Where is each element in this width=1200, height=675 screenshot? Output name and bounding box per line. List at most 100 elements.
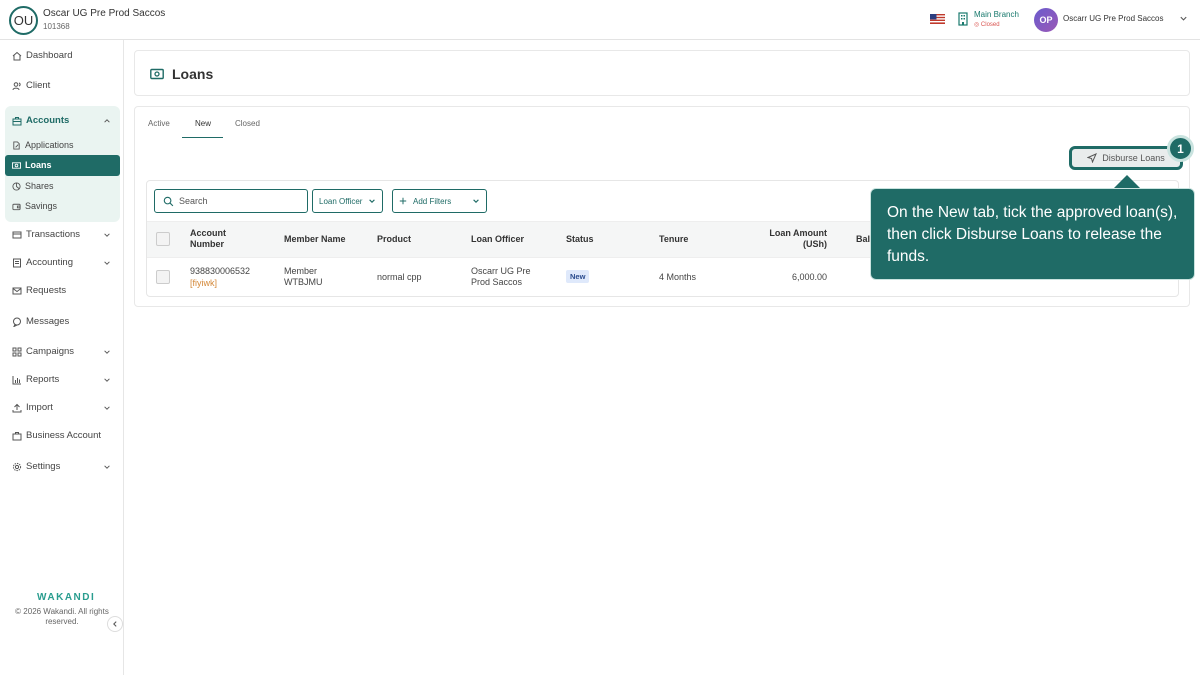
home-icon: [12, 51, 22, 60]
tab-indicator: [182, 137, 223, 138]
sidebar-item-shares[interactable]: Shares: [12, 181, 54, 191]
plus-icon: [399, 197, 407, 205]
row-checkbox[interactable]: [156, 270, 170, 284]
account-code-link[interactable]: [fiyiwk]: [190, 278, 217, 289]
sidebar-item-transactions[interactable]: Transactions: [12, 229, 80, 240]
account-number-cell: 938830006532: [190, 266, 251, 276]
chevron-down-icon: [473, 199, 479, 203]
banknote-icon: [12, 161, 21, 169]
column-loan-amount[interactable]: Loan Amount (USh): [757, 228, 827, 250]
column-balance[interactable]: Bal: [856, 234, 870, 245]
column-member-name[interactable]: Member Name: [284, 234, 346, 245]
sidebar-item-client[interactable]: Client: [12, 80, 50, 91]
sidebar-item-requests[interactable]: Requests: [12, 285, 66, 296]
sidebar-item-label: Business Account: [26, 430, 101, 441]
chat-icon: [13, 317, 21, 327]
mail-icon: [12, 287, 22, 294]
users-icon: [12, 81, 21, 90]
column-tenure[interactable]: Tenure: [659, 234, 688, 245]
sidebar-item-label: Shares: [25, 181, 54, 191]
top-bar: OU Oscar UG Pre Prod Saccos 101368 Main …: [0, 0, 1200, 40]
building-icon: [958, 12, 968, 26]
tab-closed[interactable]: Closed: [235, 119, 260, 128]
gear-icon: [12, 462, 22, 471]
user-avatar[interactable]: OP: [1034, 8, 1058, 32]
product-cell: normal cpp: [377, 272, 422, 282]
sidebar-item-label: Accounts: [26, 115, 70, 126]
sidebar-item-accounting[interactable]: Accounting: [12, 257, 73, 268]
chevron-down-icon: [369, 199, 376, 203]
chevron-down-icon[interactable]: [103, 463, 111, 471]
wallet-icon: [12, 203, 21, 210]
chevron-down-icon[interactable]: [103, 231, 111, 239]
chevron-down-icon[interactable]: [103, 348, 111, 356]
sidebar-item-label: Loans: [25, 160, 52, 170]
page-title: Loans: [172, 66, 214, 82]
sidebar-item-label: Applications: [25, 140, 74, 150]
sidebar-item-savings[interactable]: Savings: [12, 201, 57, 211]
disburse-loans-button[interactable]: Disburse Loans: [1069, 146, 1183, 170]
grid-icon: [12, 347, 22, 356]
org-name: Oscar UG Pre Prod Saccos: [43, 8, 166, 19]
org-id: 101368: [43, 22, 70, 31]
pie-chart-icon: [12, 181, 21, 191]
branch-name[interactable]: Main Branch: [974, 10, 1019, 19]
chevron-down-icon[interactable]: [1179, 14, 1188, 23]
add-filters-label: Add Filters: [413, 196, 452, 206]
sidebar-item-label: Reports: [26, 374, 60, 385]
search-field[interactable]: [154, 189, 308, 213]
sidebar-item-applications[interactable]: Applications: [12, 140, 74, 150]
upload-icon: [12, 403, 22, 412]
disburse-loans-label: Disburse Loans: [1102, 153, 1165, 163]
chevron-down-icon[interactable]: [103, 259, 111, 267]
guide-tooltip: On the New tab, tick the approved loan(s…: [870, 188, 1195, 280]
page-header: Loans: [134, 50, 1190, 96]
chevron-down-icon[interactable]: [103, 404, 111, 412]
sidebar-item-import[interactable]: Import: [12, 402, 53, 413]
sidebar-item-label: Savings: [25, 201, 58, 211]
sidebar-item-messages[interactable]: Messages: [12, 316, 69, 327]
step-badge: 1: [1167, 135, 1194, 162]
chevron-down-icon[interactable]: [103, 376, 111, 384]
tab-new[interactable]: New: [195, 119, 211, 128]
card-icon: [12, 231, 22, 238]
sidebar-item-label: Requests: [26, 285, 67, 296]
sidebar-item-label: Client: [26, 80, 51, 91]
select-all-checkbox[interactable]: [156, 232, 170, 246]
sidebar-item-label: Import: [26, 402, 53, 413]
column-product[interactable]: Product: [377, 234, 411, 245]
chevron-up-icon[interactable]: [103, 117, 111, 125]
loan-officer-filter[interactable]: Loan Officer: [312, 189, 384, 213]
sidebar-item-accounts[interactable]: Accounts: [12, 115, 69, 126]
sidebar-item-label: Settings: [26, 461, 61, 472]
sidebar-item-dashboard[interactable]: Dashboard: [12, 50, 72, 61]
sidebar-item-campaigns[interactable]: Campaigns: [12, 346, 74, 357]
tab-active[interactable]: Active: [148, 119, 170, 128]
tooltip-arrow: [1114, 175, 1140, 188]
sidebar-item-settings[interactable]: Settings: [12, 461, 60, 472]
org-avatar[interactable]: OU: [9, 6, 38, 35]
sidebar-item-loans[interactable]: Loans: [12, 160, 52, 170]
bar-chart-icon: [12, 375, 21, 384]
search-icon: [163, 196, 174, 207]
member-name-cell: Member WTBJMU: [284, 266, 323, 287]
user-name[interactable]: Oscarr UG Pre Prod Saccos: [1063, 14, 1163, 23]
loan-officer-filter-label: Loan Officer: [319, 196, 363, 206]
column-loan-officer[interactable]: Loan Officer: [471, 234, 524, 245]
add-filters-button[interactable]: Add Filters: [392, 189, 487, 213]
column-status[interactable]: Status: [566, 234, 594, 245]
brand-logo: WAKANDI: [37, 592, 96, 603]
banknote-icon: [150, 68, 164, 80]
sidebar-item-business-account[interactable]: Business Account: [12, 430, 101, 441]
ledger-icon: [13, 258, 21, 267]
sidebar-item-label: Messages: [26, 316, 70, 327]
sidebar-item-reports[interactable]: Reports: [12, 374, 59, 385]
us-flag-icon[interactable]: [930, 14, 945, 24]
search-input[interactable]: [179, 193, 304, 209]
branch-status: ◎ Closed: [974, 22, 1000, 28]
column-account-number[interactable]: Account Number: [190, 228, 260, 250]
sidebar-item-label: Accounting: [26, 257, 74, 268]
briefcase-icon: [12, 431, 22, 440]
briefcase-icon: [12, 116, 22, 125]
loan-officer-cell: Oscarr UG Pre Prod Saccos: [471, 266, 531, 287]
